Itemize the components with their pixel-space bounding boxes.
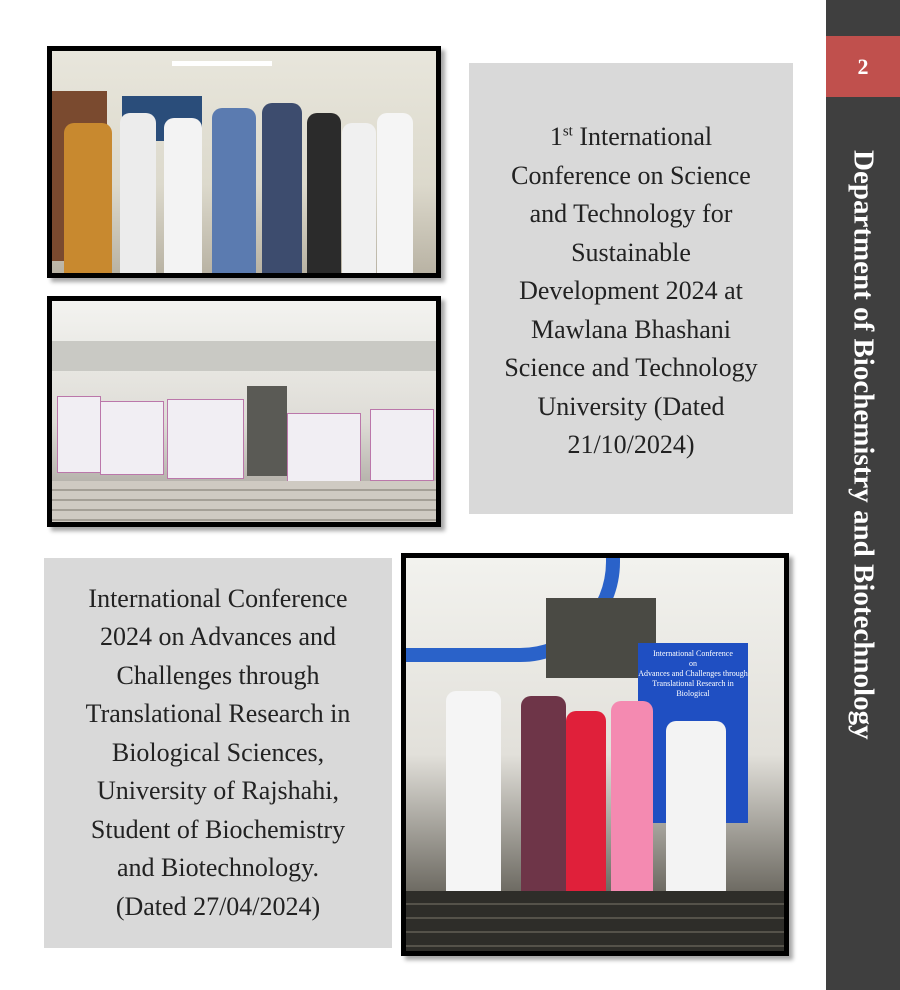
caption-line: Sustainable bbox=[571, 237, 691, 267]
caption-line: Science and Technology bbox=[504, 353, 758, 383]
caption-line: and Technology for bbox=[529, 199, 733, 229]
group-photo-conference1 bbox=[47, 46, 441, 278]
caption-line: 21/10/2024) bbox=[567, 430, 695, 460]
caption-line: Biological Sciences, bbox=[111, 737, 325, 767]
caption-line: Conference on Science bbox=[511, 160, 751, 190]
caption-line: International Conference bbox=[88, 583, 348, 613]
department-title: Department of Biochemistry and Biotechno… bbox=[847, 150, 880, 740]
caption-conference1: 1st International Conference on Science … bbox=[469, 63, 793, 514]
caption-conference2: International Conference 2024 on Advance… bbox=[44, 558, 392, 948]
banner-text: International Conference on Advances and C… bbox=[638, 649, 748, 698]
sidebar: 2 Department of Biochemistry and Biotech… bbox=[826, 0, 900, 990]
caption-line: Challenges through bbox=[116, 660, 320, 690]
caption-line: 2024 on Advances and bbox=[99, 622, 337, 652]
caption-line: University of Rajshahi, bbox=[97, 776, 339, 806]
caption-line: (Dated 27/04/2024) bbox=[115, 891, 321, 921]
page-number: 2 bbox=[826, 36, 900, 97]
caption-line: Translational Research in bbox=[85, 699, 351, 729]
caption-line: Mawlana Bhashani bbox=[530, 314, 731, 344]
caption-line: 1st International bbox=[549, 122, 713, 152]
caption-line: and Biotechnology. bbox=[117, 853, 319, 883]
caption-line: Development 2024 at bbox=[519, 276, 743, 306]
group-photo-conference2: International Conference on Advances and C… bbox=[401, 553, 789, 956]
poster-session-photo bbox=[47, 296, 441, 527]
caption-line: Student of Biochemistry bbox=[90, 814, 346, 844]
caption-line: University (Dated bbox=[537, 391, 725, 421]
